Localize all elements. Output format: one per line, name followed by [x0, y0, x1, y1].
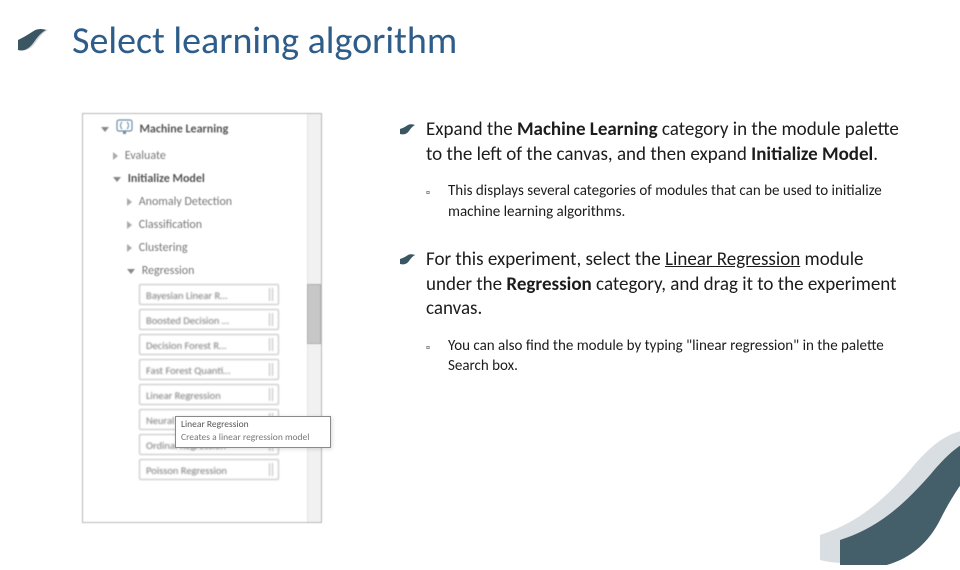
- tree-label: Clustering: [139, 241, 188, 255]
- sub-bullet-1: ▫ This displays several categories of mo…: [426, 181, 910, 222]
- module-linear-regression[interactable]: Linear Regression: [139, 384, 279, 405]
- slide-logo: [18, 22, 60, 56]
- bullet-2: For this experiment, select the Linear R…: [400, 248, 910, 322]
- module-decision-forest[interactable]: Decision Forest R…: [139, 334, 279, 355]
- tree-anomaly-detection[interactable]: Anomaly Detection: [83, 190, 321, 213]
- bullet-icon: [400, 248, 426, 322]
- tooltip-title: Linear Regression: [181, 419, 325, 431]
- text-run: For this experiment, select the: [426, 248, 665, 271]
- text-run: .: [873, 143, 878, 166]
- bullet-1-text: Expand the Machine Learning category in …: [426, 118, 910, 167]
- chevron-right-icon: [113, 152, 118, 160]
- tree-label: Initialize Model: [128, 172, 205, 186]
- chevron-down-icon: [127, 269, 135, 274]
- tooltip-body: Creates a linear regression model: [181, 432, 325, 444]
- tree-label: Evaluate: [125, 149, 166, 163]
- text-link[interactable]: Linear Regression: [665, 248, 800, 271]
- machine-learning-icon: [116, 119, 133, 140]
- tree-evaluate[interactable]: Evaluate: [83, 144, 321, 167]
- sub-bullet-icon: ▫: [426, 181, 448, 222]
- text-bold: Regression: [506, 273, 591, 296]
- chevron-down-icon: [113, 177, 121, 182]
- page-title: Select learning algorithm: [72, 18, 457, 64]
- text-bold: Machine Learning: [517, 118, 658, 141]
- module-poisson-regression[interactable]: Poisson Regression: [139, 459, 279, 480]
- bullet-icon: [400, 118, 426, 167]
- corner-decoration: [780, 355, 960, 570]
- module-tooltip: Linear Regression Creates a linear regre…: [175, 416, 331, 448]
- text-bold: Initialize Model: [751, 143, 873, 166]
- tree-label: Regression: [142, 264, 195, 278]
- module-list: Bayesian Linear R… Boosted Decision … De…: [83, 282, 321, 480]
- scrollbar-thumb[interactable]: [307, 284, 321, 344]
- text-run: Expand the: [426, 118, 517, 141]
- chevron-down-icon: [101, 127, 109, 132]
- tree-machine-learning[interactable]: Machine Learning: [83, 114, 321, 144]
- tree-label: Machine Learning: [139, 122, 228, 136]
- chevron-right-icon: [127, 244, 132, 252]
- module-boosted-decision[interactable]: Boosted Decision …: [139, 309, 279, 330]
- tree-initialize-model[interactable]: Initialize Model: [83, 167, 321, 190]
- tree-label: Anomaly Detection: [139, 195, 232, 209]
- chevron-right-icon: [127, 198, 132, 206]
- tree-classification[interactable]: Classification: [83, 213, 321, 236]
- tree-regression[interactable]: Regression: [83, 259, 321, 282]
- bullet-2-text: For this experiment, select the Linear R…: [426, 248, 910, 322]
- module-palette: Machine Learning Evaluate Initialize Mod…: [82, 113, 322, 523]
- bullet-1: Expand the Machine Learning category in …: [400, 118, 910, 167]
- sub-bullet-icon: ▫: [426, 336, 448, 377]
- module-bayesian-linear[interactable]: Bayesian Linear R…: [139, 284, 279, 305]
- tree-label: Classification: [139, 218, 202, 232]
- chevron-right-icon: [127, 221, 132, 229]
- tree-clustering[interactable]: Clustering: [83, 236, 321, 259]
- sub-bullet-1-text: This displays several categories of modu…: [448, 181, 910, 222]
- module-fast-forest-quantile[interactable]: Fast Forest Quanti…: [139, 359, 279, 380]
